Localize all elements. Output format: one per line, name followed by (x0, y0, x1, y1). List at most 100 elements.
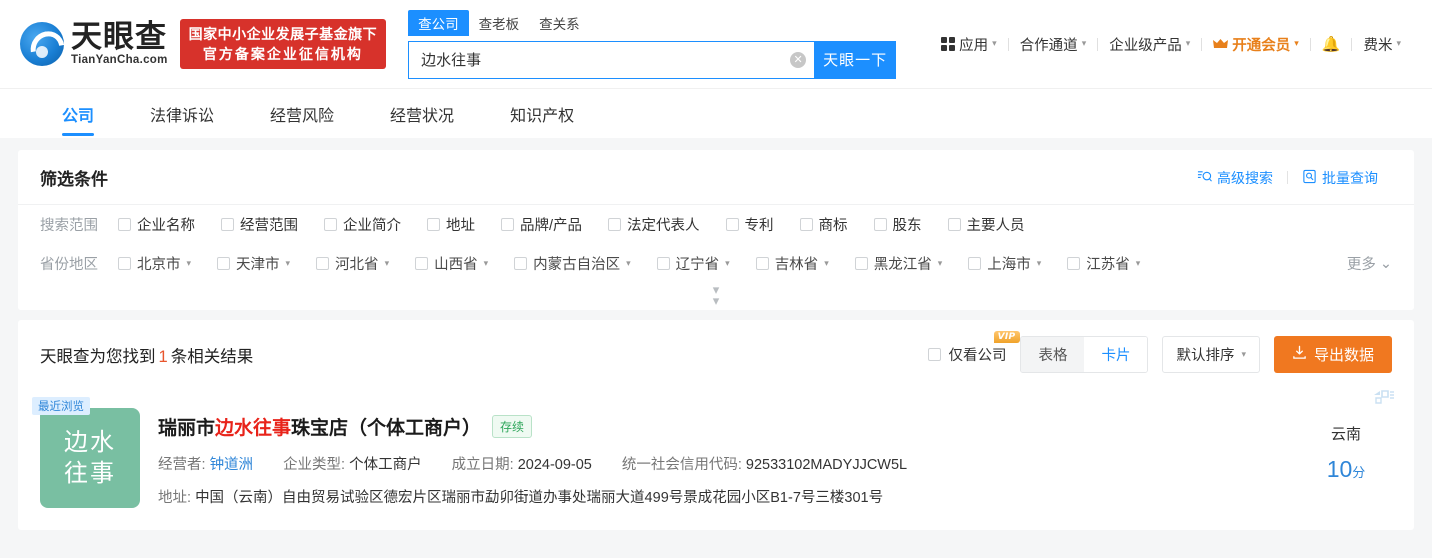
checkbox[interactable] (873, 218, 887, 231)
batch-query-label: 批量查询 (1322, 169, 1378, 186)
filter-scope-brand-product[interactable]: 品牌/产品 (501, 214, 582, 235)
sort-dropdown[interactable]: 默认排序 ▾ (1162, 336, 1260, 373)
chevron-down-icon[interactable]: ▾ (1136, 259, 1141, 269)
checkbox[interactable] (118, 218, 131, 231)
search-tab-boss[interactable]: 查老板 (469, 10, 530, 36)
filter-province-shanxi[interactable]: 山西省 ▾ (415, 253, 488, 274)
tab-company[interactable]: 公司 (62, 102, 95, 136)
filter-label-scope: 搜索范围 (40, 218, 98, 234)
filter-scope-shareholder[interactable]: 股东 (873, 214, 922, 235)
chevron-down-icon[interactable]: ▾ (484, 259, 489, 269)
site-logo[interactable]: 天眼查 TianYanCha.com (20, 21, 168, 67)
search-tab-company[interactable]: 查公司 (408, 9, 469, 36)
filter-scope-address[interactable]: 地址 (427, 214, 475, 235)
checkbox[interactable] (928, 348, 942, 361)
checkbox[interactable] (324, 218, 337, 231)
checkbox[interactable] (118, 257, 131, 270)
name-prefix: 瑞丽市 (158, 418, 216, 439)
tab-business-risk[interactable]: 经营风险 (270, 102, 334, 136)
filter-scope-legal-rep[interactable]: 法定代表人 (608, 214, 700, 235)
nav-notifications[interactable]: 🔔 (1311, 35, 1352, 53)
filter-province-heilongjiang[interactable]: 黑龙江省 ▾ (854, 253, 943, 274)
company-name[interactable]: 瑞丽市边水往事珠宝店（个体工商户） (158, 413, 481, 440)
filter-province-inner-mongolia[interactable]: 内蒙古自治区 ▾ (514, 253, 631, 274)
score-unit: 分 (1352, 465, 1366, 480)
header-right-nav: 应用 ▾ 合作通道 ▾ 企业级产品 ▾ 开通会员 ▾ 🔔 费米 ▾ (930, 34, 1412, 55)
filter-province-tianjin[interactable]: 天津市 ▾ (217, 253, 290, 274)
chevron-down-icon[interactable]: ▾ (1037, 259, 1042, 269)
nav-apps[interactable]: 应用 ▾ (930, 34, 1008, 55)
clear-icon[interactable]: ✕ (790, 51, 807, 68)
filter-province-more[interactable]: 更多 ⌄ (1347, 253, 1392, 274)
filter-label-province: 省份地区 (40, 257, 98, 273)
filter-scope-business-scope[interactable]: 经营范围 (221, 214, 298, 235)
nav-enterprise-products[interactable]: 企业级产品 ▾ (1098, 34, 1201, 55)
checkbox[interactable] (221, 218, 234, 231)
only-company-checkbox[interactable]: 仅看公司 VIP (928, 331, 1021, 365)
company-card[interactable]: 最近浏览 边水 往事 瑞丽市边水往事珠宝店（个体工商户） 存续 经营者: 钟道洲 (18, 387, 1414, 530)
filter-province-beijing[interactable]: 北京市 ▾ (118, 253, 191, 274)
tab-legal-cases[interactable]: 法律诉讼 (150, 102, 214, 136)
filter-scope-company-intro[interactable]: 企业简介 (324, 214, 401, 235)
label: 商标 (818, 218, 848, 234)
view-mode-card[interactable]: 卡片 (1084, 337, 1148, 372)
advanced-search-link[interactable]: 高级搜索 (1183, 168, 1287, 188)
meta-operator-value[interactable]: 钟道洲 (210, 457, 254, 473)
status-badge: 存续 (492, 415, 533, 438)
checkbox[interactable] (799, 218, 813, 231)
view-mode-table[interactable]: 表格 (1021, 337, 1085, 372)
checkbox[interactable] (316, 257, 330, 270)
search-input[interactable] (421, 51, 791, 68)
checkbox[interactable] (725, 218, 739, 231)
checkbox[interactable] (415, 257, 429, 270)
meta-credit-code: 统一社会信用代码: 92533102MADYJJCW5L (622, 453, 907, 474)
nav-open-vip-label: 开通会员 (1232, 37, 1291, 54)
name-highlight: 边水往事 (215, 418, 292, 439)
filter-scope-key-personnel[interactable]: 主要人员 (947, 214, 1025, 235)
filter-province-shanghai[interactable]: 上海市 ▾ (968, 253, 1041, 274)
chevron-down-icon[interactable]: ▾ (626, 259, 631, 269)
checkbox[interactable] (968, 257, 982, 270)
chevron-down-icon[interactable]: ▾ (187, 259, 192, 269)
checkbox[interactable] (656, 257, 670, 270)
filter-province-jiangsu[interactable]: 江苏省 ▾ (1067, 253, 1140, 274)
checkbox[interactable] (947, 218, 961, 231)
filter-scope-patent[interactable]: 专利 (725, 214, 774, 235)
filter-province-jilin[interactable]: 吉林省 ▾ (755, 253, 829, 274)
nav-partner[interactable]: 合作通道 ▾ (1009, 34, 1098, 55)
avatar[interactable]: 边水 往事 (40, 408, 140, 508)
nav-user-account[interactable]: 费米 ▾ (1352, 34, 1412, 55)
chevron-down-icon[interactable]: ▾ (824, 259, 829, 269)
nav-open-vip[interactable]: 开通会员 ▾ (1202, 34, 1310, 55)
filter-scope-company-name[interactable]: 企业名称 (118, 214, 195, 235)
nav-apps-label: 应用 (959, 37, 989, 54)
chevron-down-icon[interactable]: ▾ (286, 259, 291, 269)
chevron-down-icon[interactable]: ▾ (385, 259, 390, 269)
checkbox[interactable] (514, 257, 528, 270)
checkbox[interactable] (608, 218, 622, 231)
tab-business-status[interactable]: 经营状况 (390, 102, 454, 136)
export-data-button[interactable]: 导出数据 (1273, 336, 1392, 373)
chevron-down-icon[interactable]: ▾ (725, 259, 730, 269)
filter-row-province: 省份地区 北京市 ▾ 天津市 ▾ 河北省 ▾ 山西省 ▾ 内蒙古自治区 ▾ 辽宁省 ▾ 吉林… (18, 244, 1414, 283)
tab-intellectual-property[interactable]: 知识产权 (510, 102, 574, 136)
company-score: 10分 (1300, 456, 1392, 483)
label: 股东 (892, 218, 922, 234)
search-tab-relation[interactable]: 查关系 (529, 10, 590, 36)
checkbox[interactable] (1067, 257, 1081, 270)
search-button[interactable]: 天眼一下 (814, 40, 897, 79)
checkbox[interactable] (755, 257, 769, 270)
checkbox[interactable] (427, 218, 440, 231)
filter-scope-trademark[interactable]: 商标 (799, 214, 848, 235)
meta-credit-code-label: 统一社会信用代码: (621, 457, 742, 473)
filter-province-liaoning[interactable]: 辽宁省 ▾ (656, 253, 730, 274)
checkbox[interactable] (217, 257, 231, 270)
filter-expand-button[interactable]: ▾ ▾ (18, 283, 1414, 310)
batch-query-link[interactable]: 批量查询 (1288, 168, 1392, 188)
chevron-down-icon[interactable]: ▾ (938, 259, 943, 269)
banner-line-2: 官方备案企业征信机构 (202, 46, 363, 62)
filter-province-hebei[interactable]: 河北省 ▾ (316, 253, 389, 274)
meta-credit-code-value: 92533102MADYJJCW5L (745, 457, 908, 473)
checkbox[interactable] (501, 218, 514, 231)
checkbox[interactable] (854, 257, 868, 270)
